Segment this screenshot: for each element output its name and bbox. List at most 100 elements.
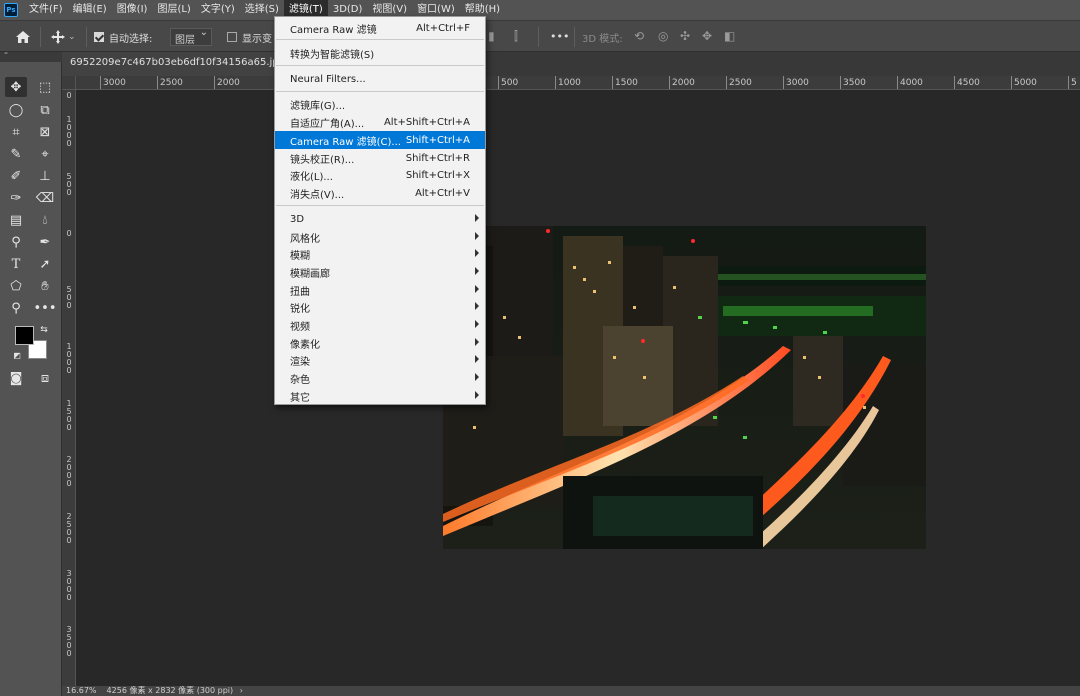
panel-collapse-handle[interactable]: “ xyxy=(0,52,62,62)
move-icon xyxy=(51,30,65,44)
menu-image[interactable]: 图像(I) xyxy=(112,0,153,20)
menu-bar: Ps 文件(F) 编辑(E) 图像(I) 图层(L) 文字(Y) 选择(S) 滤… xyxy=(0,0,1080,20)
ruler-label: 0 xyxy=(66,229,72,238)
menu-item-distort[interactable]: 扭曲 xyxy=(275,281,485,299)
submenu-arrow-icon xyxy=(475,338,479,346)
ruler-label: 4000 xyxy=(897,76,923,89)
submenu-arrow-icon xyxy=(475,373,479,381)
blur-icon[interactable]: 💧︎ xyxy=(34,210,56,230)
vertical-ruler[interactable]: 0 1 0 0 0 5 0 0 0 5 0 0 1 0 0 0 1 5 0 0 … xyxy=(62,90,76,686)
ruler-origin[interactable] xyxy=(62,76,76,90)
gradient-icon[interactable]: ▤ xyxy=(5,210,27,230)
menu-divider xyxy=(276,39,484,40)
shape-icon[interactable]: ⬠ xyxy=(5,276,27,296)
swap-colors-icon[interactable]: ⇆ xyxy=(38,324,50,336)
menu-file[interactable]: 文件(F) xyxy=(24,0,68,20)
frame-icon[interactable]: ⊠ xyxy=(34,122,56,142)
auto-select-target-dropdown[interactable]: 图层 xyxy=(170,27,212,46)
hand-icon[interactable]: ✋︎ xyxy=(34,276,56,296)
ruler-label: 5000 xyxy=(1011,76,1037,89)
3d-slide-icon[interactable]: ✥ xyxy=(702,29,712,43)
submenu-arrow-icon xyxy=(475,267,479,275)
chevron-right-icon[interactable]: › xyxy=(240,686,243,695)
ruler-label: 5 0 0 xyxy=(66,172,72,197)
lasso-icon[interactable]: ◯ xyxy=(5,100,27,120)
home-icon[interactable] xyxy=(14,28,32,46)
ruler-label: 500 xyxy=(498,76,518,89)
submenu-arrow-icon xyxy=(475,232,479,240)
menu-item-pixelate[interactable]: 像素化 xyxy=(275,334,485,352)
menu-item-other[interactable]: 其它 xyxy=(275,387,485,405)
document-tab[interactable]: 6952209e7c467b03eb6df10f34156a65.jpg @ xyxy=(62,52,288,76)
3d-roll-icon[interactable]: ◎ xyxy=(658,29,668,43)
menu-item-vanishing-point[interactable]: 消失点(V)... Alt+Ctrl+V xyxy=(275,184,485,202)
eraser-icon[interactable]: ⌫ xyxy=(34,188,56,208)
menu-item-blur-gallery[interactable]: 模糊画廊 xyxy=(275,263,485,281)
3d-pan-icon[interactable]: ✣ xyxy=(680,29,690,43)
menu-item-adaptive-wide-angle[interactable]: 自适应广角(A)... Alt+Shift+Ctrl+A xyxy=(275,113,485,131)
foreground-color-swatch[interactable] xyxy=(15,326,34,345)
ruler-label: 3 5 0 0 xyxy=(66,625,72,658)
submenu-arrow-icon xyxy=(475,214,479,222)
pen-icon[interactable]: ✒ xyxy=(34,232,56,252)
ruler-label: 1500 xyxy=(612,76,638,89)
menu-item-convert-smart-filters[interactable]: 转换为智能滤镜(S) xyxy=(275,44,485,62)
menu-item-sharpen[interactable]: 锐化 xyxy=(275,298,485,316)
type-icon[interactable]: T xyxy=(5,254,27,274)
3d-scale-icon[interactable]: ◧ xyxy=(724,29,735,43)
eyedropper-icon[interactable]: ✎ xyxy=(5,144,27,164)
document-info[interactable]: 4256 像素 x 2832 像素 (300 ppi) xyxy=(107,686,234,695)
path-select-icon[interactable]: ➚ xyxy=(34,254,56,274)
ruler-label: 2 5 0 0 xyxy=(66,512,72,545)
screen-mode-icon[interactable]: ⧈ xyxy=(34,368,56,388)
object-select-icon[interactable]: ⧉ xyxy=(34,100,56,120)
zoom-level[interactable]: 16.67% xyxy=(66,686,104,696)
menu-edit[interactable]: 编辑(E) xyxy=(68,0,112,20)
divider xyxy=(86,27,87,47)
menu-item-blur[interactable]: 模糊 xyxy=(275,245,485,263)
healing-icon[interactable]: ⌖ xyxy=(34,144,56,164)
menu-type[interactable]: 文字(Y) xyxy=(196,0,240,20)
auto-select-checkbox[interactable] xyxy=(94,32,104,42)
stamp-icon[interactable]: ⊥ xyxy=(34,166,56,186)
menu-item-neural-filters[interactable]: Neural Filters... xyxy=(275,70,485,88)
marquee-icon[interactable]: ⬚ xyxy=(34,77,56,97)
menu-item-lens-correction[interactable]: 镜头校正(R)... Shift+Ctrl+R xyxy=(275,149,485,167)
chevron-down-icon: ⌄ xyxy=(68,32,76,42)
history-brush-icon[interactable]: ✑ xyxy=(5,188,27,208)
horizontal-ruler[interactable]: 3000 2500 2000 500 1000 1500 2000 2500 3… xyxy=(76,76,1080,90)
menu-item-filter-gallery[interactable]: 滤镜库(G)... xyxy=(275,95,485,113)
crop-icon[interactable]: ⌗ xyxy=(5,122,27,142)
brush-icon[interactable]: ✐ xyxy=(5,166,27,186)
align-icon[interactable]: ▮ xyxy=(488,29,495,43)
menu-layer[interactable]: 图层(L) xyxy=(152,0,195,20)
menu-item-stylize[interactable]: 风格化 xyxy=(275,228,485,246)
auto-select-label: 自动选择: xyxy=(109,34,153,45)
default-colors-icon[interactable]: ◩ xyxy=(12,350,22,360)
menu-item-camera-raw-last[interactable]: Camera Raw 滤镜 Alt+Ctrl+F xyxy=(275,19,485,37)
ruler-label: 4500 xyxy=(954,76,980,89)
menu-item-3d[interactable]: 3D xyxy=(275,210,485,228)
more-options-button[interactable]: ••• xyxy=(550,30,569,43)
3d-orbit-icon[interactable]: ⟲ xyxy=(634,29,644,43)
menu-item-liquify[interactable]: 液化(L)... Shift+Ctrl+X xyxy=(275,166,485,184)
status-bar: 16.67% 4256 像素 x 2832 像素 (300 ppi) › xyxy=(62,686,1080,696)
menu-item-video[interactable]: 视频 xyxy=(275,316,485,334)
divider xyxy=(538,27,539,47)
dodge-icon[interactable]: ⚲ xyxy=(5,232,27,252)
ruler-label: 5 0 0 xyxy=(66,285,72,310)
ruler-label: 3 0 0 0 xyxy=(66,569,72,602)
zoom-icon[interactable]: ⚲ xyxy=(5,298,27,318)
move-tool-preset[interactable]: ⌄ xyxy=(50,28,82,46)
show-transform-checkbox[interactable] xyxy=(227,32,237,42)
night-city-photo[interactable] xyxy=(443,226,926,549)
quick-mask-icon[interactable]: ◙ xyxy=(5,368,27,388)
filter-menu: Camera Raw 滤镜 Alt+Ctrl+F 转换为智能滤镜(S) Neura… xyxy=(274,16,486,405)
menu-item-camera-raw-filter[interactable]: Camera Raw 滤镜(C)... Shift+Ctrl+A xyxy=(275,131,485,149)
distribute-icon[interactable]: ⫿ xyxy=(514,29,518,44)
move-icon[interactable]: ✥ xyxy=(5,77,27,97)
menu-item-render[interactable]: 渲染 xyxy=(275,351,485,369)
menu-item-noise[interactable]: 杂色 xyxy=(275,369,485,387)
more-tools-icon[interactable]: ••• xyxy=(34,298,57,318)
submenu-arrow-icon xyxy=(475,302,479,310)
